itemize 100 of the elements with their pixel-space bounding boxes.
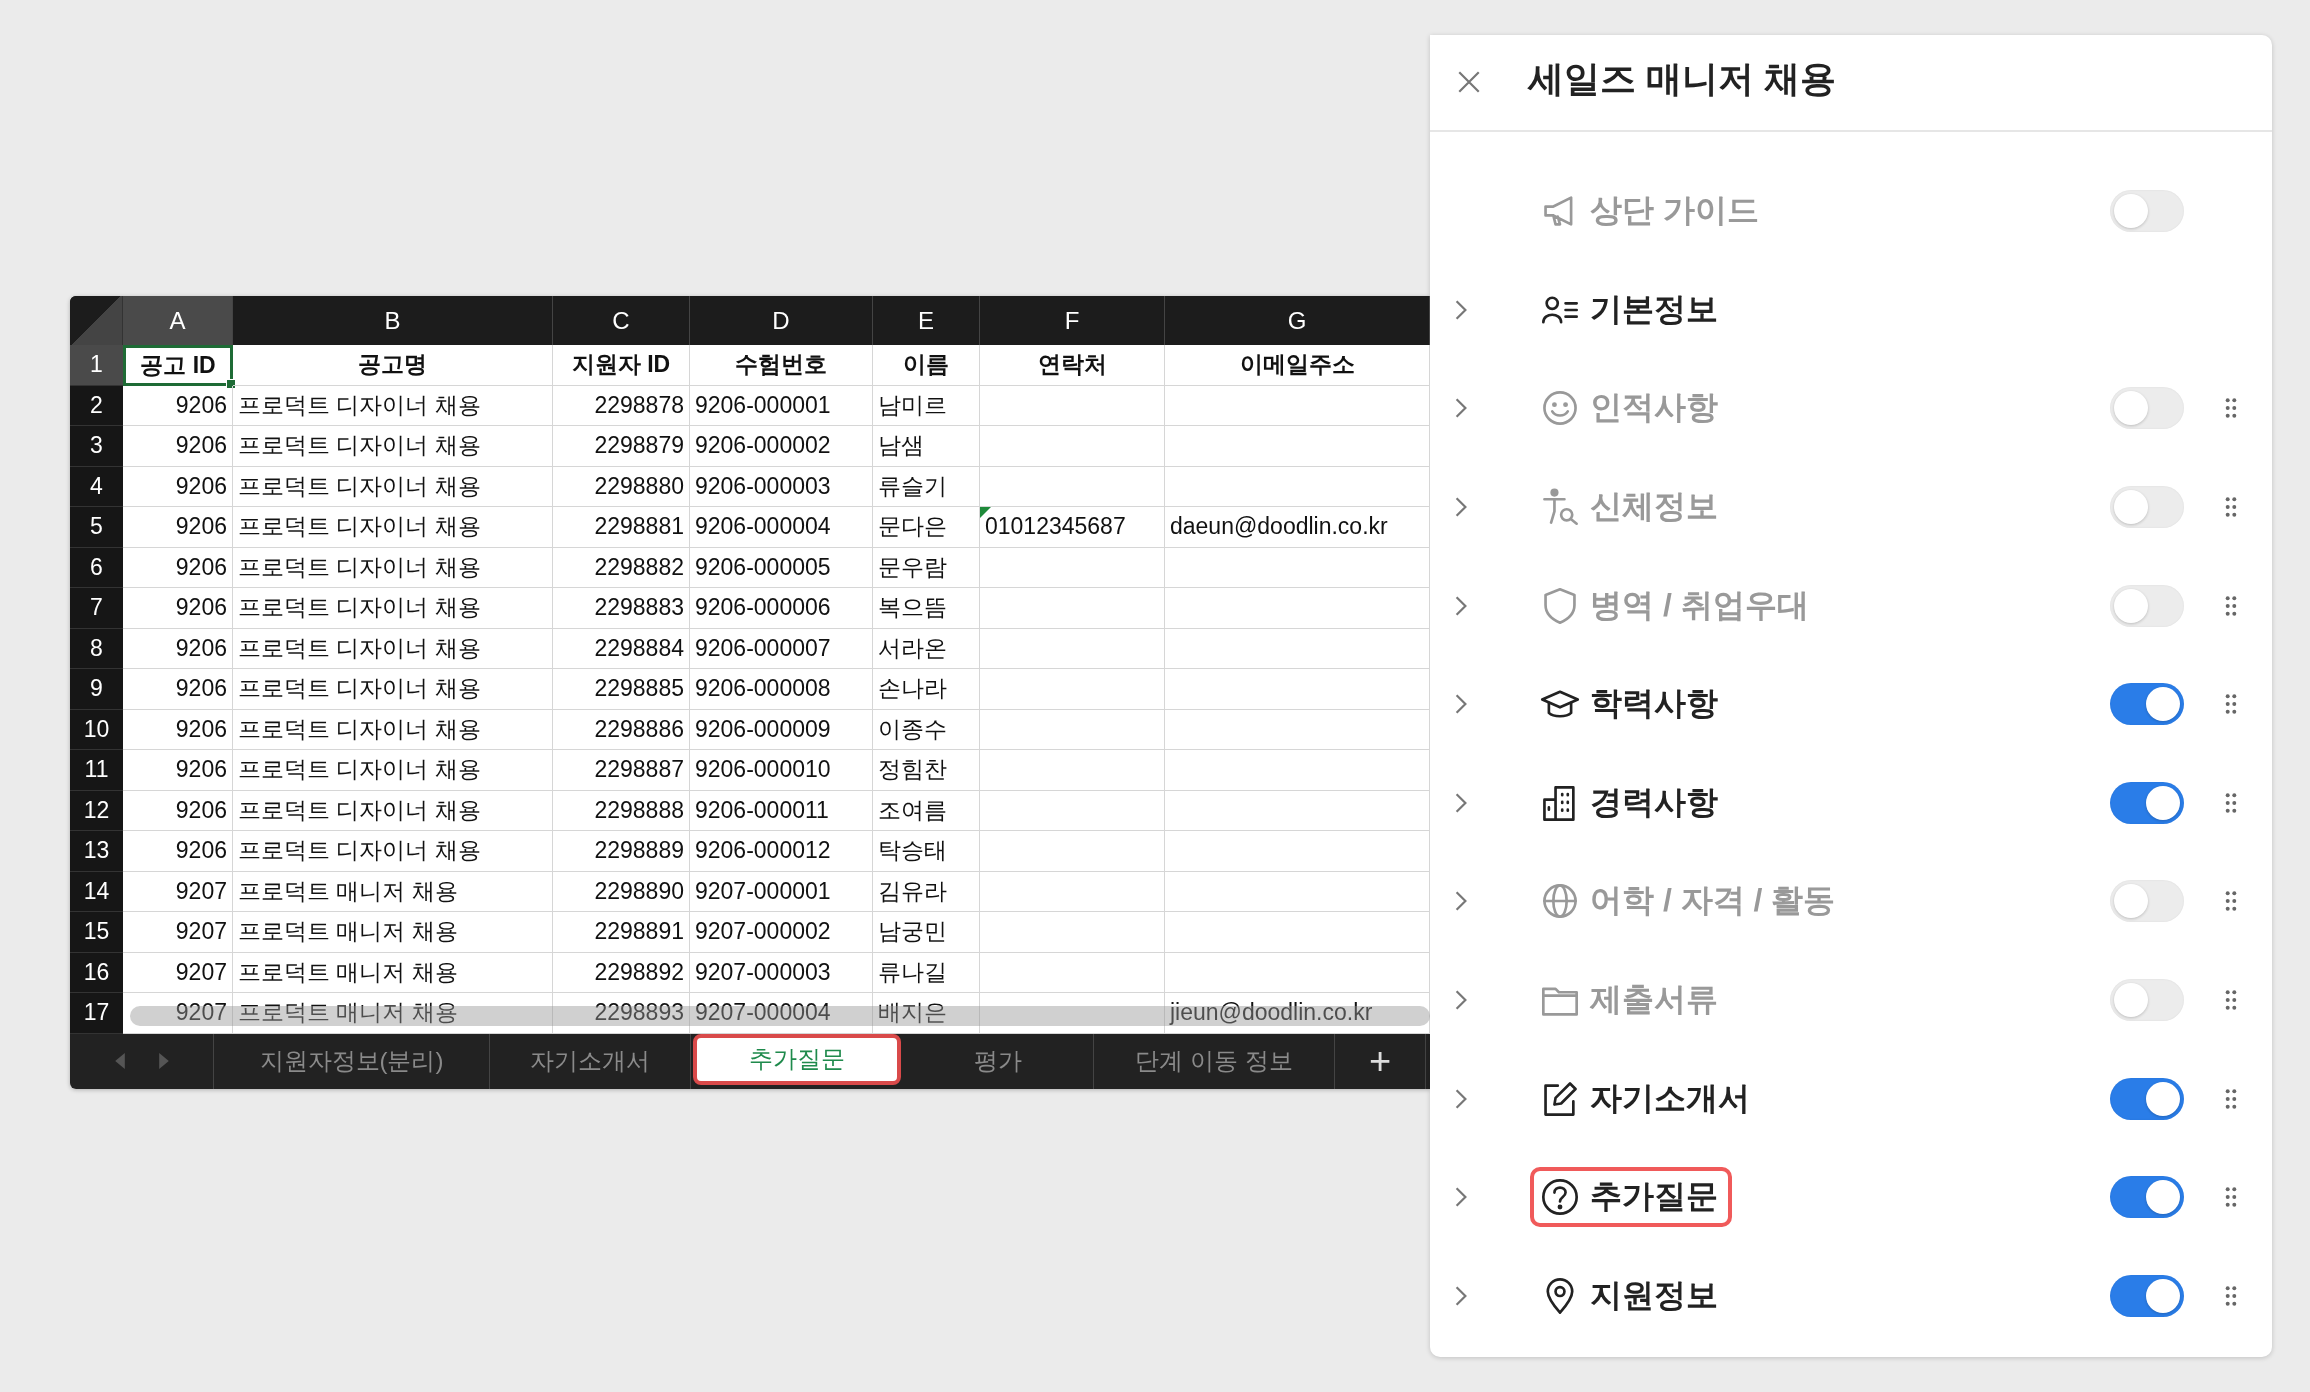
- row-number[interactable]: 12: [70, 790, 123, 831]
- chevron-icon[interactable]: [1454, 1186, 1468, 1209]
- row-number[interactable]: 9: [70, 669, 123, 710]
- section-label: 병역 / 취업우대: [1590, 585, 1809, 625]
- table-cell: 9206-000010: [690, 750, 873, 791]
- column-header[interactable]: A: [123, 296, 233, 345]
- table-cell: 9207-000001: [690, 871, 873, 912]
- table-cell: 9206-000009: [690, 709, 873, 750]
- table-cell: 프로덕트 디자이너 채용: [233, 790, 553, 831]
- sheet-tab[interactable]: 추가질문: [693, 1033, 901, 1085]
- toggle-switch[interactable]: [2110, 190, 2184, 233]
- toggle-switch[interactable]: [2110, 584, 2184, 627]
- chevron-icon[interactable]: [1454, 1087, 1468, 1110]
- table-cell: 9206-000012: [690, 831, 873, 872]
- toggle-switch[interactable]: [2110, 1077, 2184, 1120]
- row-number[interactable]: 13: [70, 831, 123, 872]
- chevron-icon[interactable]: [1454, 1284, 1468, 1307]
- table-cell: 9206-000008: [690, 669, 873, 710]
- sheet-tab[interactable]: 지원자정보(분리): [214, 1033, 490, 1089]
- toggle-switch[interactable]: [2110, 486, 2184, 529]
- toggle-switch[interactable]: [2110, 683, 2184, 726]
- chevron-icon[interactable]: [1454, 890, 1468, 913]
- table-cell: 남샘: [873, 426, 980, 467]
- table-cell: 공고명: [233, 345, 553, 386]
- row-number[interactable]: 15: [70, 912, 123, 953]
- row-number[interactable]: 2: [70, 385, 123, 426]
- table-cell: 2298886: [553, 709, 690, 750]
- toggle-switch[interactable]: [2110, 1176, 2184, 1219]
- row-number[interactable]: 17: [70, 993, 123, 1034]
- table-cell: 9206: [123, 831, 233, 872]
- column-header[interactable]: F: [980, 296, 1165, 345]
- chevron-icon[interactable]: [1454, 298, 1468, 321]
- row-number[interactable]: 8: [70, 628, 123, 669]
- column-header[interactable]: E: [873, 296, 980, 345]
- table-cell: 9206-000004: [690, 507, 873, 548]
- table-cell: 9206: [123, 709, 233, 750]
- drag-handle-icon[interactable]: [2224, 397, 2238, 420]
- table-cell: 9207-000004: [690, 993, 873, 1034]
- table-cell: 2298885: [553, 669, 690, 710]
- column-header[interactable]: C: [553, 296, 690, 345]
- close-icon[interactable]: [1456, 69, 1482, 95]
- sheet-tab[interactable]: 자기소개서: [490, 1033, 691, 1089]
- table-cell: 2298880: [553, 466, 690, 507]
- column-header[interactable]: B: [233, 296, 553, 345]
- toggle-switch[interactable]: [2110, 1274, 2184, 1317]
- table-cell: 2298883: [553, 588, 690, 629]
- table-cell: 서라온: [873, 628, 980, 669]
- table-cell: 2298892: [553, 952, 690, 993]
- row-number[interactable]: 4: [70, 466, 123, 507]
- table-cell: 9206: [123, 426, 233, 467]
- row-number[interactable]: 10: [70, 709, 123, 750]
- table-cell: 프로덕트 디자이너 채용: [233, 466, 553, 507]
- section-label: 추가질문: [1590, 1177, 1718, 1217]
- table-cell: 남궁민: [873, 912, 980, 953]
- sheet-tab[interactable]: 단계 이동 정보: [1094, 1033, 1335, 1089]
- section-label: 기본정보: [1590, 289, 1718, 329]
- chevron-icon[interactable]: [1454, 397, 1468, 420]
- add-sheet-button[interactable]: +: [1335, 1033, 1426, 1089]
- drag-handle-icon[interactable]: [2224, 693, 2238, 716]
- section-label: 지원정보: [1590, 1275, 1718, 1315]
- chevron-icon[interactable]: [1454, 791, 1468, 814]
- drag-handle-icon[interactable]: [2224, 1284, 2238, 1307]
- section-label: 경력사항: [1590, 782, 1718, 822]
- toggle-switch[interactable]: [2110, 781, 2184, 824]
- row-number[interactable]: 16: [70, 952, 123, 993]
- table-cell: 9206: [123, 385, 233, 426]
- chevron-icon[interactable]: [1454, 989, 1468, 1012]
- drag-handle-icon[interactable]: [2224, 890, 2238, 913]
- fill-handle[interactable]: [226, 378, 236, 389]
- toggle-switch[interactable]: [2110, 979, 2184, 1022]
- drag-handle-icon[interactable]: [2224, 594, 2238, 617]
- table-cell: 김유라: [873, 871, 980, 912]
- row-number[interactable]: 7: [70, 588, 123, 629]
- drag-handle-icon[interactable]: [2224, 1186, 2238, 1209]
- table-cell: 9206: [123, 507, 233, 548]
- chevron-icon[interactable]: [1454, 693, 1468, 716]
- table-cell: 9206-000003: [690, 466, 873, 507]
- row-number[interactable]: 6: [70, 547, 123, 588]
- toggle-switch[interactable]: [2110, 387, 2184, 430]
- row-number[interactable]: 11: [70, 750, 123, 791]
- row-number[interactable]: 14: [70, 871, 123, 912]
- chevron-icon[interactable]: [1454, 496, 1468, 519]
- chevron-icon[interactable]: [1454, 594, 1468, 617]
- figure-search-icon: [1540, 487, 1580, 528]
- column-header[interactable]: D: [690, 296, 873, 345]
- drag-handle-icon[interactable]: [2224, 1087, 2238, 1110]
- drag-handle-icon[interactable]: [2224, 791, 2238, 814]
- sheet-tab[interactable]: 평가: [903, 1033, 1094, 1089]
- drag-handle-icon[interactable]: [2224, 496, 2238, 519]
- row-number[interactable]: 5: [70, 507, 123, 548]
- error-indicator-icon: [980, 507, 991, 518]
- row-number[interactable]: 3: [70, 426, 123, 467]
- table-cell: 9207: [123, 952, 233, 993]
- table-cell: 프로덕트 디자이너 채용: [233, 385, 553, 426]
- table-cell: 프로덕트 디자이너 채용: [233, 628, 553, 669]
- table-cell: 01012345687: [980, 507, 1165, 548]
- toggle-switch[interactable]: [2110, 880, 2184, 923]
- section-label: 신체정보: [1590, 487, 1718, 527]
- row-number[interactable]: 1: [70, 345, 123, 386]
- drag-handle-icon[interactable]: [2224, 989, 2238, 1012]
